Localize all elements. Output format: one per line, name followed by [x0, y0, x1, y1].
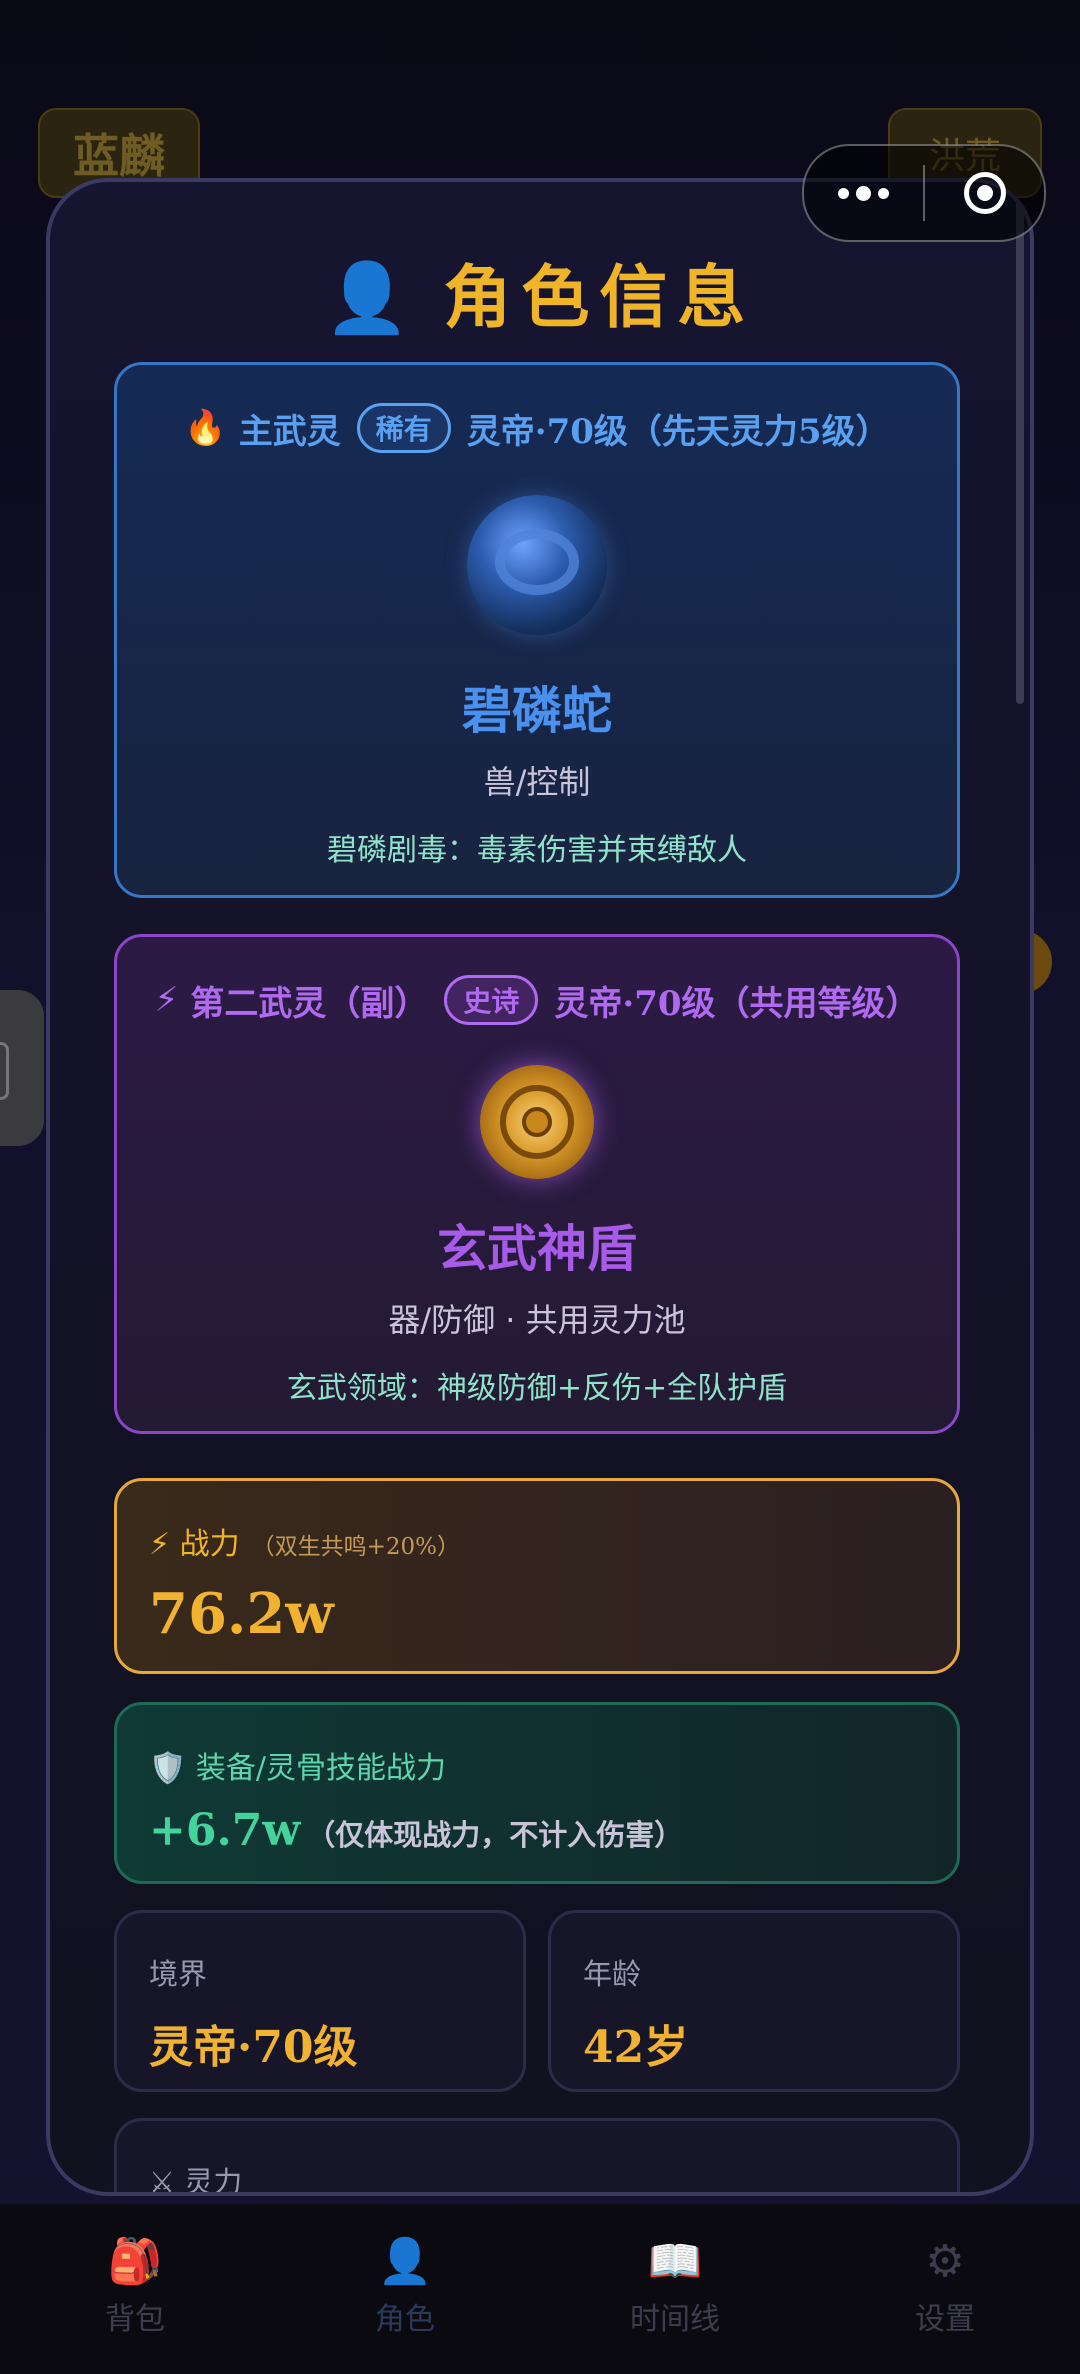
realm-card: 境界 灵帝·70级 — [114, 1910, 526, 2092]
second-soul-card: ⚡ 第二武灵（副） 史诗 灵帝·70级（共用等级） 玄武神盾 器/防御 · 共用… — [114, 934, 960, 1434]
gear-icon: ⚙ — [925, 2236, 965, 2287]
age-label: 年龄 — [583, 1957, 642, 1991]
snake-soul-image — [467, 495, 607, 635]
combat-power-label: 战力 — [179, 1527, 240, 1562]
lightning-icon: ⚡ — [149, 1527, 171, 1562]
user-icon: 👤 — [377, 2236, 433, 2287]
second-soul-header: ⚡ 第二武灵（副） 史诗 灵帝·70级（共用等级） — [117, 975, 957, 1025]
nav-settings[interactable]: ⚙ 设置 — [845, 2240, 1045, 2338]
fire-icon: 🔥 — [184, 408, 227, 448]
modal-title: 👤 角色信息 — [50, 242, 1030, 341]
equipment-power-card: 🛡️ 装备/灵骨技能战力 +6.7w （仅体现战力，不计入伤害） — [114, 1702, 960, 1884]
rarity-badge: 史诗 — [444, 975, 539, 1025]
main-soul-name: 碧磷蛇 — [462, 681, 612, 740]
combat-power-value: 76.2w — [149, 1581, 334, 1647]
shield-icon: 🛡️ — [149, 1751, 187, 1786]
second-soul-type: 器/防御 · 共用灵力池 — [388, 1301, 686, 1339]
nav-label: 角色 — [375, 2302, 435, 2337]
book-icon: 📖 — [647, 2236, 703, 2287]
equipment-note: （仅体现战力，不计入伤害） — [306, 1818, 684, 1852]
nav-label: 背包 — [105, 2302, 165, 2337]
nav-backpack[interactable]: 🎒 背包 — [35, 2240, 235, 2338]
equipment-label: 装备/灵骨技能战力 — [195, 1751, 447, 1786]
character-info-modal: 👤 角色信息 🔥 主武灵 稀有 灵帝·70级（先天灵力5级） 碧磷蛇 兽/控制 碧… — [46, 178, 1034, 2196]
spirit-power-card: ⚔ 灵力 — [114, 2118, 960, 2196]
age-card: 年龄 42岁 — [548, 1910, 960, 2092]
lightning-icon: ⚡ — [154, 980, 179, 1020]
rarity-badge: 稀有 — [356, 403, 451, 453]
target-close-icon[interactable] — [925, 172, 1044, 214]
spirit-label: 灵力 — [184, 2165, 243, 2196]
modal-title-text: 角色信息 — [443, 258, 756, 338]
nav-character[interactable]: 👤 角色 — [305, 2240, 505, 2338]
second-soul-skill: 玄武领域：神级防御+反伤+全队护盾 — [286, 1371, 788, 1406]
equipment-label-row: 🛡️ 装备/灵骨技能战力 — [149, 1743, 925, 1787]
bottom-nav: 🎒 背包 👤 角色 📖 时间线 ⚙ 设置 — [0, 2203, 1080, 2374]
nav-timeline[interactable]: 📖 时间线 — [575, 2240, 775, 2338]
age-value: 42岁 — [583, 2022, 689, 2073]
shield-soul-image — [480, 1065, 594, 1179]
main-soul-type: 兽/控制 — [483, 763, 591, 801]
main-soul-skill: 碧磷剧毒：毒素伤害并束缚敌人 — [327, 833, 747, 868]
second-soul-name: 玄武神盾 — [437, 1219, 637, 1278]
main-soul-card: 🔥 主武灵 稀有 灵帝·70级（先天灵力5级） 碧磷蛇 兽/控制 碧磷剧毒：毒素… — [114, 362, 960, 898]
realm-value: 灵帝·70级 — [149, 2022, 358, 2073]
equipment-value-row: +6.7w （仅体现战力，不计入伤害） — [149, 1805, 925, 1856]
spirit-label-row: ⚔ 灵力 — [149, 2159, 925, 2196]
nav-label: 时间线 — [630, 2302, 720, 2337]
main-soul-level: 灵帝·70级（先天灵力5级） — [466, 411, 890, 452]
combat-power-note: （双生共鸣+20%） — [251, 1534, 461, 1560]
swords-icon: ⚔ — [149, 2165, 175, 2196]
second-soul-level: 灵帝·70级（共用等级） — [554, 983, 920, 1024]
second-soul-heading: 第二武灵（副） — [190, 983, 429, 1024]
miniprogram-capsule — [802, 144, 1046, 242]
nav-label: 设置 — [915, 2302, 975, 2337]
combat-power-card: ⚡ 战力 （双生共鸣+20%） 76.2w — [114, 1478, 960, 1674]
realm-label: 境界 — [149, 1957, 208, 1991]
main-soul-header: 🔥 主武灵 稀有 灵帝·70级（先天灵力5级） — [117, 403, 957, 453]
side-drawer-handle[interactable] — [0, 990, 44, 1146]
user-icon: 👤 — [324, 259, 420, 338]
more-dots-icon[interactable] — [804, 185, 923, 201]
backpack-icon: 🎒 — [107, 2236, 163, 2287]
main-soul-heading: 主武灵 — [238, 411, 341, 452]
equipment-value: +6.7w — [149, 1805, 301, 1856]
combat-power-label-row: ⚡ 战力 （双生共鸣+20%） — [149, 1519, 925, 1563]
